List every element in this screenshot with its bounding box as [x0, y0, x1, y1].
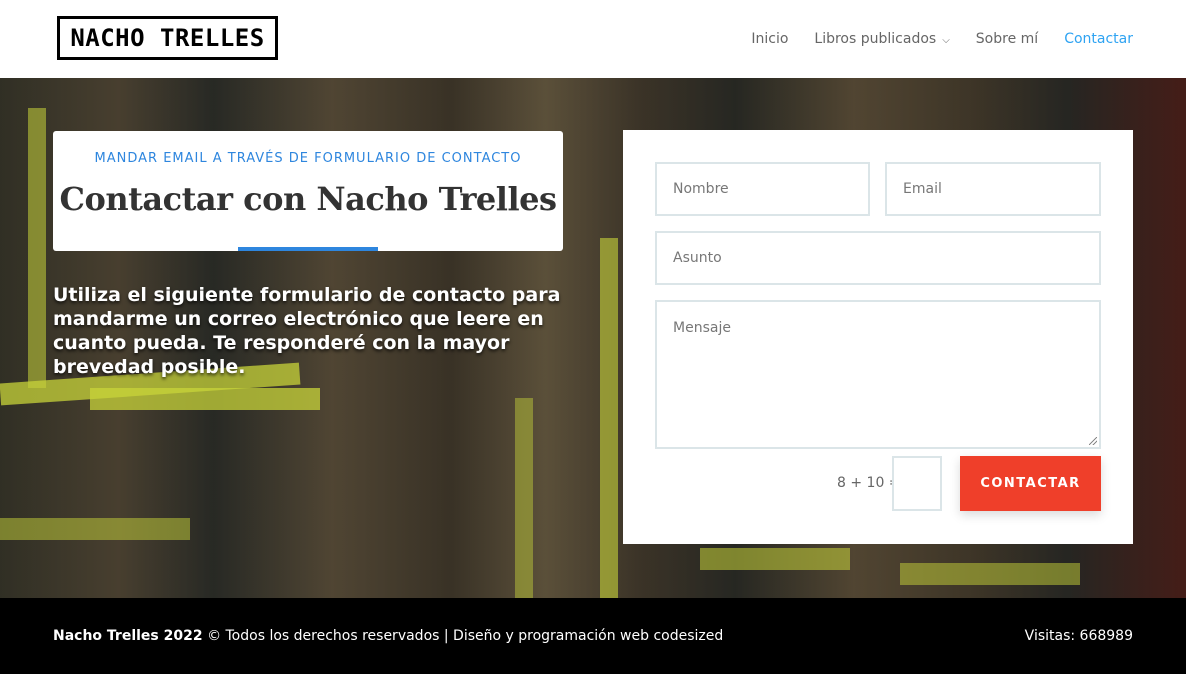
site-header: NACHO TRELLES Inicio Libros publicados ⌵… [0, 0, 1186, 78]
title-underline [238, 247, 378, 251]
nav-item-libros-publicados[interactable]: Libros publicados ⌵ [814, 31, 949, 47]
name-field[interactable]: Nombre [655, 162, 870, 216]
subject-placeholder: Asunto [673, 250, 722, 266]
footer-rights: © Todos los derechos reservados | Diseño… [207, 628, 724, 644]
footer-credits: Nacho Trelles 2022 © Todos los derechos … [53, 628, 723, 644]
email-placeholder: Email [903, 181, 942, 197]
page-eyebrow: MANDAR EMAIL A TRAVÉS DE FORMULARIO DE C… [94, 151, 522, 166]
site-logo[interactable]: NACHO TRELLES [57, 16, 278, 60]
background-stripe [90, 388, 320, 410]
name-placeholder: Nombre [673, 181, 729, 197]
footer-brand: Nacho Trelles 2022 [53, 628, 203, 644]
title-card: MANDAR EMAIL A TRAVÉS DE FORMULARIO DE C… [53, 131, 563, 251]
page-title: Contactar con Nacho Trelles [59, 180, 557, 218]
nav-item-sobre-mi[interactable]: Sobre mí [976, 31, 1038, 47]
background-stripe [515, 398, 533, 598]
background-stripe [600, 238, 618, 598]
background-stripe [900, 563, 1080, 585]
nav-item-label: Inicio [751, 31, 789, 47]
nav-item-contactar[interactable]: Contactar [1064, 31, 1133, 47]
captcha-question: 8 + 10 = [837, 475, 901, 491]
message-placeholder: Mensaje [673, 320, 731, 336]
nav-item-label: Libros publicados [814, 31, 937, 47]
main-nav: Inicio Libros publicados ⌵ Sobre mí Cont… [751, 0, 1133, 78]
site-footer: Nacho Trelles 2022 © Todos los derechos … [0, 598, 1186, 674]
background-stripe [0, 518, 190, 540]
nav-item-label: Contactar [1064, 31, 1133, 47]
subject-field[interactable]: Asunto [655, 231, 1101, 285]
chevron-down-icon: ⌵ [942, 34, 950, 46]
background-stripe [700, 548, 850, 570]
nav-item-label: Sobre mí [975, 31, 1039, 47]
contact-form: Nombre Email Asunto Mensaje 8 + 10 = CON… [623, 130, 1133, 544]
nav-item-inicio[interactable]: Inicio [751, 31, 788, 47]
background-stripe [28, 108, 46, 388]
captcha-input[interactable] [892, 456, 942, 511]
contactar-button[interactable]: CONTACTAR [960, 456, 1101, 511]
message-field[interactable]: Mensaje [655, 300, 1101, 449]
visit-counter: Visitas: 668989 [1024, 628, 1133, 644]
email-field[interactable]: Email [885, 162, 1101, 216]
intro-text: Utiliza el siguiente formulario de conta… [53, 284, 561, 378]
hero-section: MANDAR EMAIL A TRAVÉS DE FORMULARIO DE C… [0, 78, 1186, 598]
resize-handle-icon[interactable] [1089, 437, 1097, 445]
